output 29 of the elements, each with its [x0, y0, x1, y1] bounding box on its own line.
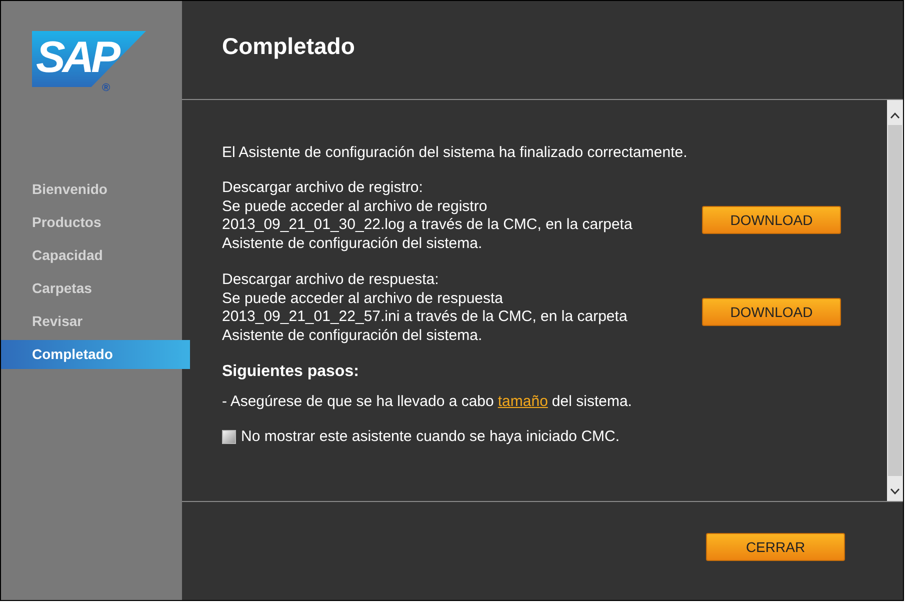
scroll-down-icon[interactable] — [890, 488, 900, 495]
download-description: Asistente de configuración del sistema. — [222, 234, 484, 253]
scroll-up-icon[interactable] — [890, 112, 900, 119]
download-description: 2013_09_21_01_30_22.log a través de la CMC, en la carpeta — [222, 216, 634, 234]
download-description: Se puede acceder al archivo de respuesta — [222, 290, 504, 308]
download-description: Se puede acceder al archivo de registro — [222, 198, 488, 216]
sidebar-item[interactable]: Capacidad — [1, 241, 190, 270]
download-button[interactable]: DOWNLOAD — [702, 298, 841, 326]
next-step-text: del sistema. — [552, 393, 632, 410]
checkbox-label: No mostrar este asistente cuando se haya iniciado CMC. — [241, 428, 620, 445]
next-step-text: - Asegúrese de que se ha llevado a cabo — [222, 393, 494, 410]
sidebar-item[interactable]: Productos — [1, 208, 190, 237]
sidebar-item[interactable]: Bienvenido — [1, 175, 190, 204]
success-message: El Asistente de configuración del sistema ha finalizado correctamente. — [222, 144, 688, 161]
sidebar-item[interactable]: Carpetas — [1, 274, 190, 303]
checkbox[interactable] — [222, 430, 236, 444]
scrollbar[interactable] — [887, 100, 903, 501]
sidebar-item[interactable]: Revisar — [1, 307, 190, 336]
download-description: 2013_09_21_01_22_57.ini a través de la CMC, en la carpeta — [222, 308, 628, 326]
sidebar-item[interactable]: Completado — [1, 340, 190, 369]
download-description: Asistente de configuración del sistema. — [222, 326, 484, 345]
size-link[interactable]: tamaño — [498, 393, 548, 410]
download-heading: Descargar archivo de respuesta: — [222, 271, 440, 290]
close-button[interactable]: CERRAR — [706, 533, 845, 561]
page-title: Completado — [222, 33, 355, 59]
download-heading: Descargar archivo de registro: — [222, 179, 424, 198]
next-steps-heading: Siguientes pasos: — [222, 363, 360, 381]
download-button[interactable]: DOWNLOAD — [702, 206, 841, 234]
logo: SAP ® — [32, 31, 146, 94]
